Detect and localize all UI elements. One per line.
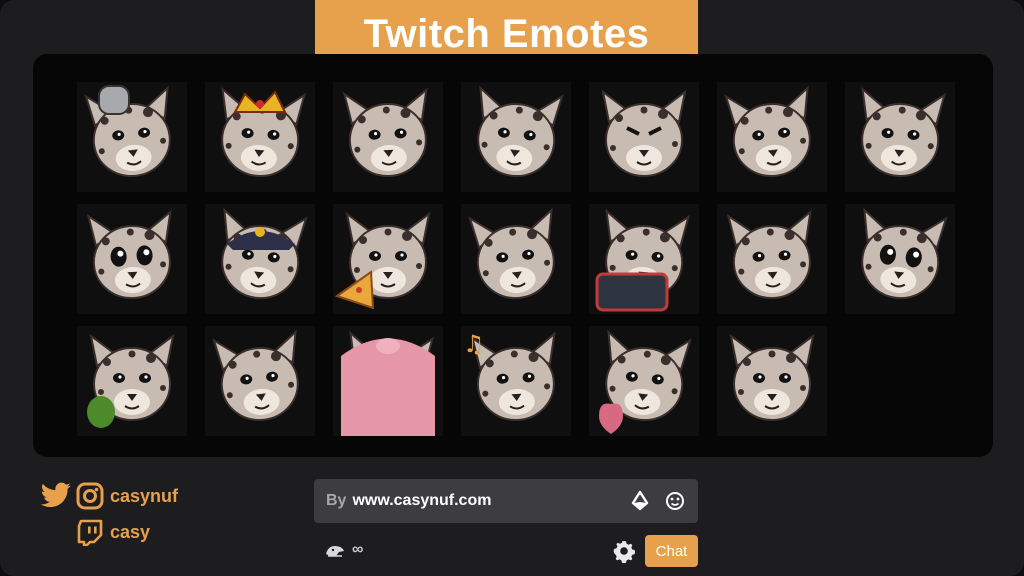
bits-icon[interactable] [630,490,650,512]
svg-text:♫: ♫ [463,330,485,358]
main-frame: Twitch Emotes ♫ casynuf casy By www.casy… [0,0,1024,576]
settings-gear-icon[interactable] [612,539,636,564]
emote-pig-hug[interactable] [333,82,443,192]
channel-points-icon[interactable] [324,542,346,558]
emote-cry[interactable] [845,204,955,314]
emote-gamer[interactable] [589,204,699,314]
social-links: casynuf casy [40,480,280,560]
twitch-icon[interactable] [76,518,104,547]
social-row-instagram: casynuf [40,482,178,510]
emote-frog[interactable] [77,326,187,436]
social-row-twitch: casy [76,518,150,547]
instagram-handle[interactable]: casynuf [110,486,178,507]
emote-music[interactable]: ♫ [461,326,571,436]
credit-by-label: By [326,492,347,509]
page-title: Twitch Emotes [363,11,650,56]
twitter-icon[interactable] [40,482,72,510]
twitch-handle[interactable]: casy [110,522,150,543]
emote-rage[interactable] [589,82,699,192]
emote-smug[interactable] [717,82,827,192]
emote-fancy[interactable] [205,326,315,436]
emote-pizza[interactable] [333,204,443,314]
emote-smiley-icon[interactable] [664,490,686,512]
emote-trap-hat[interactable] [77,82,187,192]
emote-dizzy[interactable] [461,82,571,192]
chat-button[interactable]: Chat [645,535,698,567]
credit-url[interactable]: www.casynuf.com [352,492,491,510]
emote-crown[interactable] [205,82,315,192]
emote-paint[interactable] [461,204,571,314]
emote-pig-hood[interactable] [333,326,443,436]
emote-wave[interactable] [717,326,827,436]
instagram-icon[interactable] [76,482,104,510]
credit-icons [630,490,686,512]
emote-heart[interactable] [589,326,699,436]
credit-bar: By www.casynuf.com [314,479,698,523]
emote-love[interactable] [77,204,187,314]
channel-points[interactable]: ∞ [324,541,363,559]
emote-grid: ♫ [33,54,993,457]
infinity-label: ∞ [352,541,364,558]
emote-pout[interactable] [717,204,827,314]
emote-cop[interactable] [205,204,315,314]
emote-pray[interactable] [845,82,955,192]
